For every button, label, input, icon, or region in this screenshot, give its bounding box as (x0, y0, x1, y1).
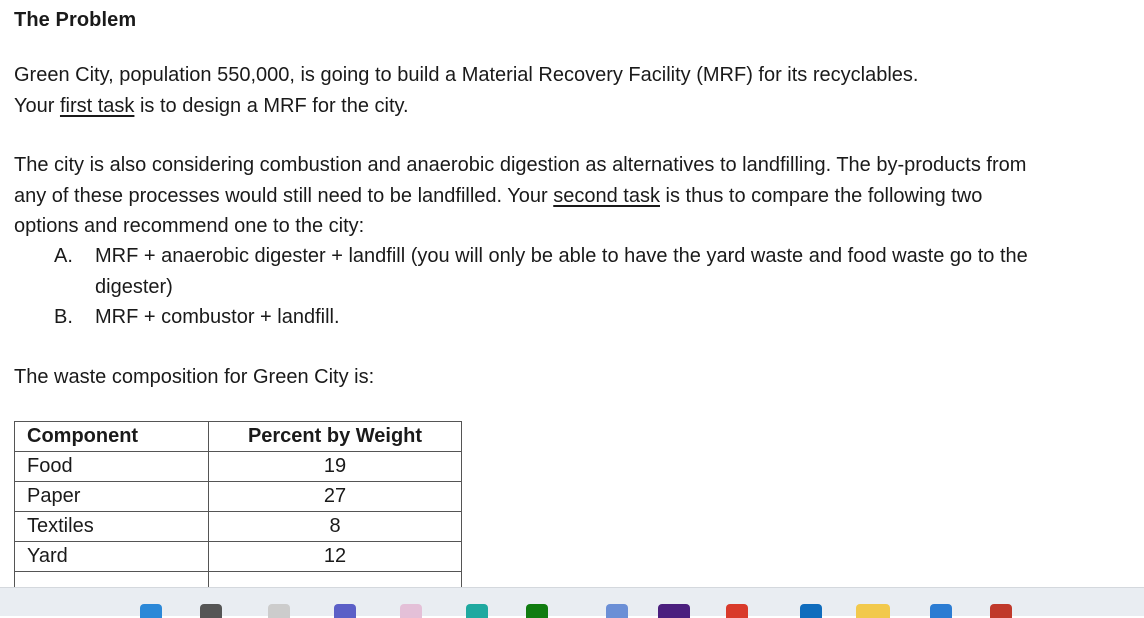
task-view-icon[interactable] (268, 604, 290, 618)
percent-cell: 19 (208, 451, 462, 482)
percent-cell: 8 (208, 511, 462, 542)
people-icon[interactable] (606, 604, 628, 618)
section-heading: The Problem (14, 9, 137, 31)
alternatives-paragraph: The city is also considering combustion … (14, 150, 1044, 242)
document-page: The Problem Green City, population 550,0… (0, 0, 1144, 587)
intro-line-2-pre: Your (14, 94, 60, 117)
table-row (14, 571, 462, 587)
component-cell (14, 571, 209, 587)
chrome-icon[interactable] (726, 604, 748, 618)
outlook-icon[interactable] (800, 604, 822, 618)
table-row: Yard 12 (14, 541, 462, 572)
onenote-icon[interactable] (658, 604, 690, 618)
option-a-marker: A. (54, 245, 73, 267)
component-cell: Paper (14, 481, 209, 512)
table-row: Paper 27 (14, 481, 462, 512)
component-cell: Food (14, 451, 209, 482)
percent-cell (208, 571, 462, 587)
composition-intro: The waste composition for Green City is: (14, 366, 375, 388)
component-cell: Textiles (14, 511, 209, 542)
second-task-underlined: second task (553, 184, 660, 207)
first-task-underlined: first task (59, 94, 135, 117)
search-icon[interactable] (200, 604, 222, 618)
component-cell: Yard (14, 541, 209, 572)
option-b-text: MRF + combustor + landfill. (95, 306, 340, 328)
word-icon[interactable] (930, 604, 952, 618)
intro-paragraph: Green City, population 550,000, is going… (14, 60, 1124, 121)
calendar-icon[interactable] (990, 604, 1012, 618)
option-b-marker: B. (54, 306, 73, 328)
waste-composition-table: Component Percent by Weight Food 19 Pape… (14, 421, 462, 587)
table-row: Food 19 (14, 451, 462, 482)
teams-icon[interactable] (334, 604, 356, 618)
percent-cell: 12 (208, 541, 462, 572)
intro-line-2-post: is to design a MRF for the city. (134, 94, 409, 117)
header-component: Component (14, 421, 209, 452)
file-explorer-icon[interactable] (856, 604, 890, 618)
xbox-icon[interactable] (526, 604, 548, 618)
edge-icon[interactable] (466, 604, 488, 618)
taskbar (0, 587, 1144, 618)
percent-cell: 27 (208, 481, 462, 512)
intro-line-1: Green City, population 550,000, is going… (14, 64, 919, 86)
header-percent: Percent by Weight (208, 421, 462, 452)
windows-start-icon[interactable] (140, 604, 162, 618)
table-row: Textiles 8 (14, 511, 462, 542)
table-header-row: Component Percent by Weight (14, 421, 462, 452)
app-icon[interactable] (400, 604, 422, 618)
option-a-text: MRF + anaerobic digester + landfill (you… (95, 245, 1028, 298)
